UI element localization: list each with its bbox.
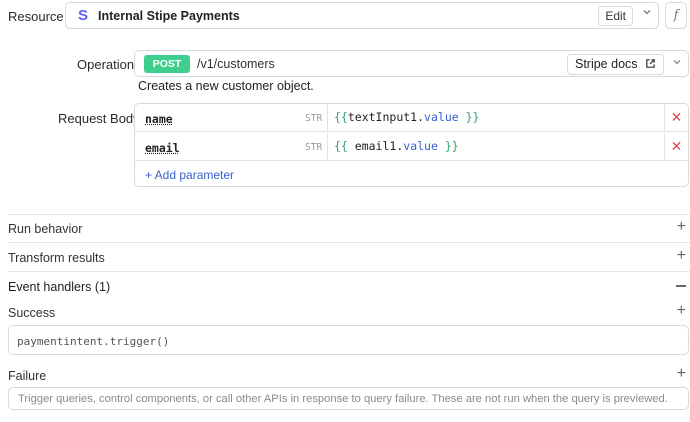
success-handler-value: paymentintent.trigger() [17, 335, 170, 348]
request-body-table: name STR {{textInput1.value }} ✕ email S… [134, 103, 689, 187]
param-key[interactable]: email [145, 141, 180, 155]
success-handler-input[interactable]: paymentintent.trigger() [8, 325, 689, 355]
resource-name: Internal Stipe Payments [98, 9, 240, 23]
transform-results-section[interactable]: Transform results + [8, 243, 690, 271]
method-badge: POST [144, 55, 190, 73]
param-row: email STR {{ email1.value }} ✕ [135, 133, 688, 161]
event-handlers-section[interactable]: Event handlers (1) [8, 272, 690, 300]
minus-icon[interactable] [676, 285, 686, 287]
param-type: STR [305, 142, 323, 153]
template-brace-open: {{ [334, 110, 348, 124]
failure-label: Failure [8, 369, 47, 383]
template-brace-close: }} [437, 139, 459, 153]
plus-icon[interactable]: + [677, 365, 686, 383]
param-row: name STR {{textInput1.value }} ✕ [135, 104, 688, 132]
operation-select[interactable]: POST /v1/customers Stripe docs [134, 50, 689, 77]
run-behavior-section[interactable]: Run behavior + [8, 215, 690, 242]
param-value-input[interactable]: {{ email1.value }} [327, 133, 664, 160]
template-brace-open: {{ [334, 139, 355, 153]
stripe-docs-button[interactable]: Stripe docs [566, 54, 664, 75]
stripe-s-icon: S [78, 7, 89, 24]
param-key[interactable]: name [145, 112, 173, 126]
failure-handler-placeholder: Trigger queries, control components, or … [18, 393, 668, 405]
fx-button[interactable]: f [665, 2, 687, 29]
failure-handler-input[interactable]: Trigger queries, control components, or … [8, 387, 689, 410]
delete-param-icon[interactable]: ✕ [664, 104, 688, 131]
operation-path: /v1/customers [197, 57, 275, 71]
run-behavior-title: Run behavior [8, 222, 83, 236]
edit-resource-button[interactable]: Edit [598, 6, 633, 26]
operation-label: Operation [77, 57, 135, 72]
param-value-input[interactable]: {{textInput1.value }} [327, 104, 664, 131]
template-identifier: textInput1 [347, 110, 418, 124]
template-identifier: email1 [354, 139, 397, 153]
chevron-down-icon[interactable] [672, 56, 682, 70]
add-parameter-button[interactable]: + Add parameter [145, 168, 234, 182]
delete-param-icon[interactable]: ✕ [664, 133, 688, 160]
request-body-label: Request Body [58, 111, 140, 126]
resource-select[interactable]: S Internal Stipe Payments Edit [65, 2, 659, 29]
event-handlers-title: Event handlers (1) [8, 280, 111, 294]
plus-icon[interactable]: + [677, 302, 686, 320]
plus-icon[interactable]: + [677, 218, 686, 236]
template-brace-close: }} [458, 110, 480, 124]
plus-icon[interactable]: + [677, 247, 686, 265]
operation-description: Creates a new customer object. [138, 79, 314, 93]
external-link-icon [646, 59, 655, 68]
success-label: Success [8, 306, 56, 320]
transform-results-title: Transform results [8, 251, 105, 265]
stripe-docs-label: Stripe docs [574, 57, 638, 71]
resource-label: Resource [8, 9, 64, 24]
template-property: value [424, 110, 459, 124]
param-value: {{textInput1.value }} [334, 110, 479, 124]
param-type: STR [305, 113, 323, 124]
chevron-down-icon[interactable] [642, 7, 652, 20]
template-dot: . [417, 110, 425, 124]
param-value: {{ email1.value }} [334, 139, 459, 153]
template-property: value [403, 139, 438, 153]
